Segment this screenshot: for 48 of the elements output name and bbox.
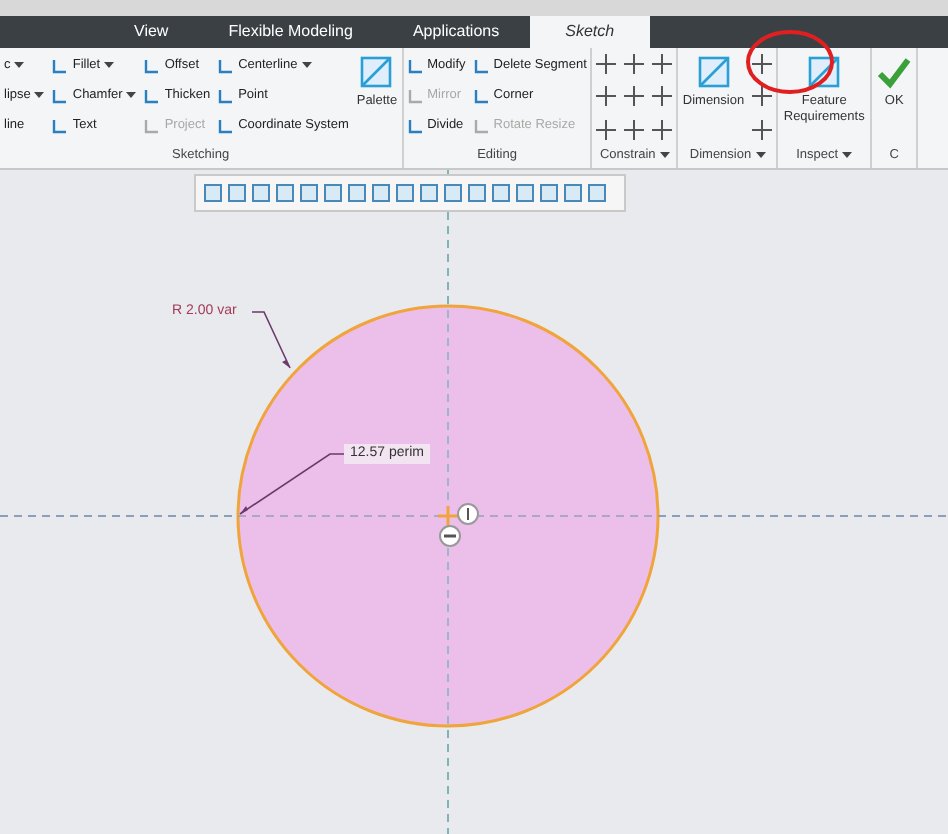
ribbon-tab[interactable]: Sketch xyxy=(529,16,651,48)
constraint-tool-icon[interactable] xyxy=(624,54,645,74)
view-tool-icon[interactable] xyxy=(586,182,608,204)
caret-icon xyxy=(755,152,766,160)
view-tool-icon[interactable] xyxy=(250,182,272,204)
view-tool-icon[interactable] xyxy=(370,182,392,204)
caret-icon xyxy=(126,92,137,100)
view-tool-icon[interactable] xyxy=(346,182,368,204)
view-tool-icon[interactable] xyxy=(442,182,464,204)
leader-line xyxy=(251,311,291,369)
tool-icon xyxy=(695,54,732,90)
caret-icon xyxy=(659,152,670,160)
constraint-tool-icon[interactable] xyxy=(596,119,617,140)
view-tool-icon[interactable] xyxy=(466,182,488,204)
constraint-tool-icon[interactable] xyxy=(652,119,673,140)
ribbon-tab[interactable]: Applications xyxy=(382,16,530,48)
caret-icon xyxy=(14,62,25,70)
view-tool-icon[interactable] xyxy=(394,182,416,204)
constraint-tool-icon[interactable] xyxy=(652,86,673,107)
constraint-tool-icon[interactable] xyxy=(752,119,773,140)
constraint-tool-icon[interactable] xyxy=(624,119,645,140)
center-point-icon xyxy=(438,506,458,526)
leader-line xyxy=(239,453,345,515)
caret-icon xyxy=(301,62,312,70)
ribbon-tab[interactable]: View xyxy=(104,16,199,48)
constraint-tool-icon[interactable] xyxy=(596,54,617,74)
view-tool-icon[interactable] xyxy=(538,182,560,204)
view-tool-icon[interactable] xyxy=(322,182,344,204)
view-tool-icon[interactable] xyxy=(418,182,440,204)
view-tool-icon[interactable] xyxy=(562,182,584,204)
view-tool-icon[interactable] xyxy=(298,182,320,204)
checkmark-icon xyxy=(876,54,913,90)
constraint-tool-icon[interactable] xyxy=(752,54,773,74)
highlight-circle xyxy=(744,28,836,96)
view-tool-icon[interactable] xyxy=(514,182,536,204)
view-tool-icon[interactable] xyxy=(490,182,512,204)
ribbon-tab[interactable]: Flexible Modeling xyxy=(198,16,383,48)
caret-icon xyxy=(104,62,115,70)
constraint-tool-icon[interactable] xyxy=(624,86,645,107)
tool-icon xyxy=(358,54,395,90)
caret-icon xyxy=(34,92,45,100)
caret-icon xyxy=(842,152,853,160)
view-tool-icon[interactable] xyxy=(274,182,296,204)
constraint-tool-icon[interactable] xyxy=(752,86,773,107)
constraint-tool-icon[interactable] xyxy=(652,54,673,74)
constraint-tool-icon[interactable] xyxy=(596,86,617,107)
view-tool-icon[interactable] xyxy=(202,182,224,204)
view-tool-icon[interactable] xyxy=(226,182,248,204)
